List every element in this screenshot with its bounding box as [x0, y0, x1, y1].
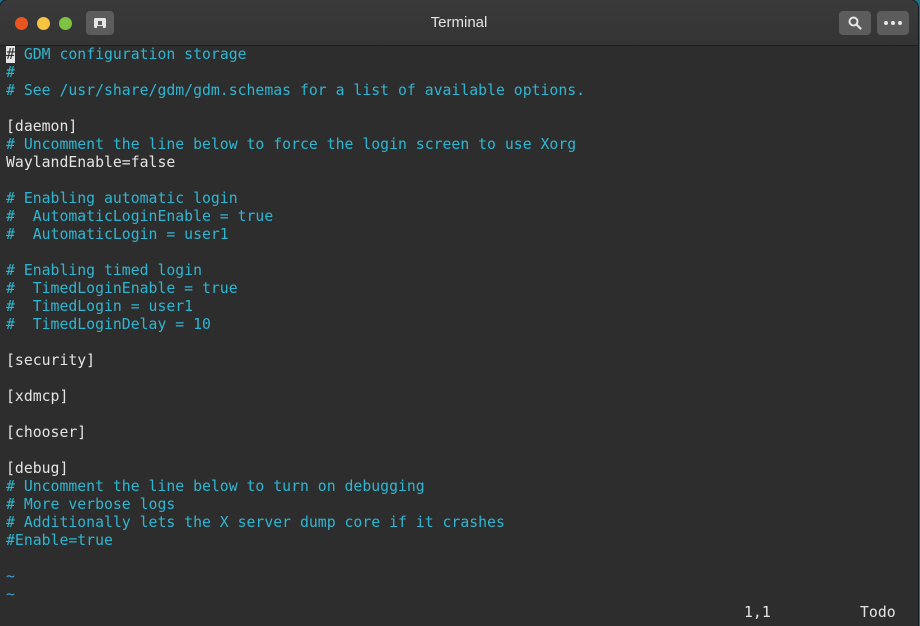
empty-line-marker: ~: [6, 586, 918, 604]
buffer-line: [6, 334, 918, 352]
line-text: # Additionally lets the X server dump co…: [6, 514, 505, 531]
buffer-line: # TimedLoginDelay = 10: [6, 316, 918, 334]
line-text: # More verbose logs: [6, 496, 176, 513]
terminal-content[interactable]: # GDM configuration storage # # See /usr/s…: [0, 46, 918, 626]
line-text: # TimedLoginEnable = true: [6, 280, 238, 297]
search-icon: [848, 16, 862, 30]
line-text: GDM configuration storage: [14, 46, 247, 63]
buffer-line: [chooser]: [6, 424, 918, 442]
buffer-line: # Uncomment the line below to turn on de…: [6, 478, 918, 496]
buffer-line: # TimedLoginEnable = true: [6, 280, 918, 298]
line-text: ~: [6, 586, 15, 603]
buffer-line: # TimedLogin = user1: [6, 298, 918, 316]
line-text: [debug]: [6, 460, 69, 477]
buffer-line: [daemon]: [6, 118, 918, 136]
line-text: [xdmcp]: [6, 388, 69, 405]
line-text: # Uncomment the line below to turn on de…: [6, 478, 425, 495]
line-text: ~: [6, 568, 15, 585]
buffer-line: # AutomaticLoginEnable = true: [6, 208, 918, 226]
buffer-line: # Additionally lets the X server dump co…: [6, 514, 918, 532]
cursor-position: 1,1: [744, 604, 771, 621]
editor-buffer: # GDM configuration storage # # See /usr/s…: [6, 46, 918, 604]
buffer-line: WaylandEnable=false: [6, 154, 918, 172]
buffer-line: # See /usr/share/gdm/gdm.schemas for a l…: [6, 82, 918, 100]
buffer-line: [6, 442, 918, 460]
buffer-line: [6, 550, 918, 568]
buffer-line: [security]: [6, 352, 918, 370]
buffer-line: #Enable=true: [6, 532, 918, 550]
line-text: # Enabling timed login: [6, 262, 202, 279]
menu-icon: [884, 21, 902, 25]
search-button[interactable]: [839, 11, 871, 35]
buffer-line: [6, 406, 918, 424]
window-title: Terminal: [430, 14, 488, 31]
terminal-window: Terminal # GDM configuration storage # # S…: [0, 0, 918, 626]
buffer-line: # Enabling timed login: [6, 262, 918, 280]
line-text: # AutomaticLogin = user1: [6, 226, 229, 243]
buffer-line: [6, 370, 918, 388]
buffer-line: # More verbose logs: [6, 496, 918, 514]
buffer-line: [6, 172, 918, 190]
buffer-line: # GDM configuration storage: [6, 46, 918, 64]
line-text: [chooser]: [6, 424, 87, 441]
text-cursor: #: [6, 46, 15, 63]
empty-line-marker: ~: [6, 568, 918, 586]
vim-status-line: 1,1 Todo: [0, 604, 918, 622]
line-text: [daemon]: [6, 118, 78, 135]
line-text: #: [6, 64, 15, 81]
title-bar[interactable]: Terminal: [0, 0, 918, 46]
line-text: # Enabling automatic login: [6, 190, 238, 207]
buffer-line: # Enabling automatic login: [6, 190, 918, 208]
line-text: # See /usr/share/gdm/gdm.schemas for a l…: [6, 82, 586, 99]
line-text: [security]: [6, 352, 96, 369]
buffer-line: [6, 100, 918, 118]
scroll-position: Todo: [860, 604, 896, 621]
line-text: # TimedLoginDelay = 10: [6, 316, 211, 333]
line-text: # Uncomment the line below to force the …: [6, 136, 577, 153]
buffer-line: # Uncomment the line below to force the …: [6, 136, 918, 154]
buffer-line: #: [6, 64, 918, 82]
buffer-line: [xdmcp]: [6, 388, 918, 406]
line-text: # TimedLogin = user1: [6, 298, 194, 315]
line-text: #Enable=true: [6, 532, 113, 549]
buffer-line: # AutomaticLogin = user1: [6, 226, 918, 244]
buffer-line: [debug]: [6, 460, 918, 478]
buffer-line: [6, 244, 918, 262]
line-text: # AutomaticLoginEnable = true: [6, 208, 274, 225]
menu-button[interactable]: [877, 11, 909, 35]
line-text: WaylandEnable=false: [6, 154, 176, 171]
